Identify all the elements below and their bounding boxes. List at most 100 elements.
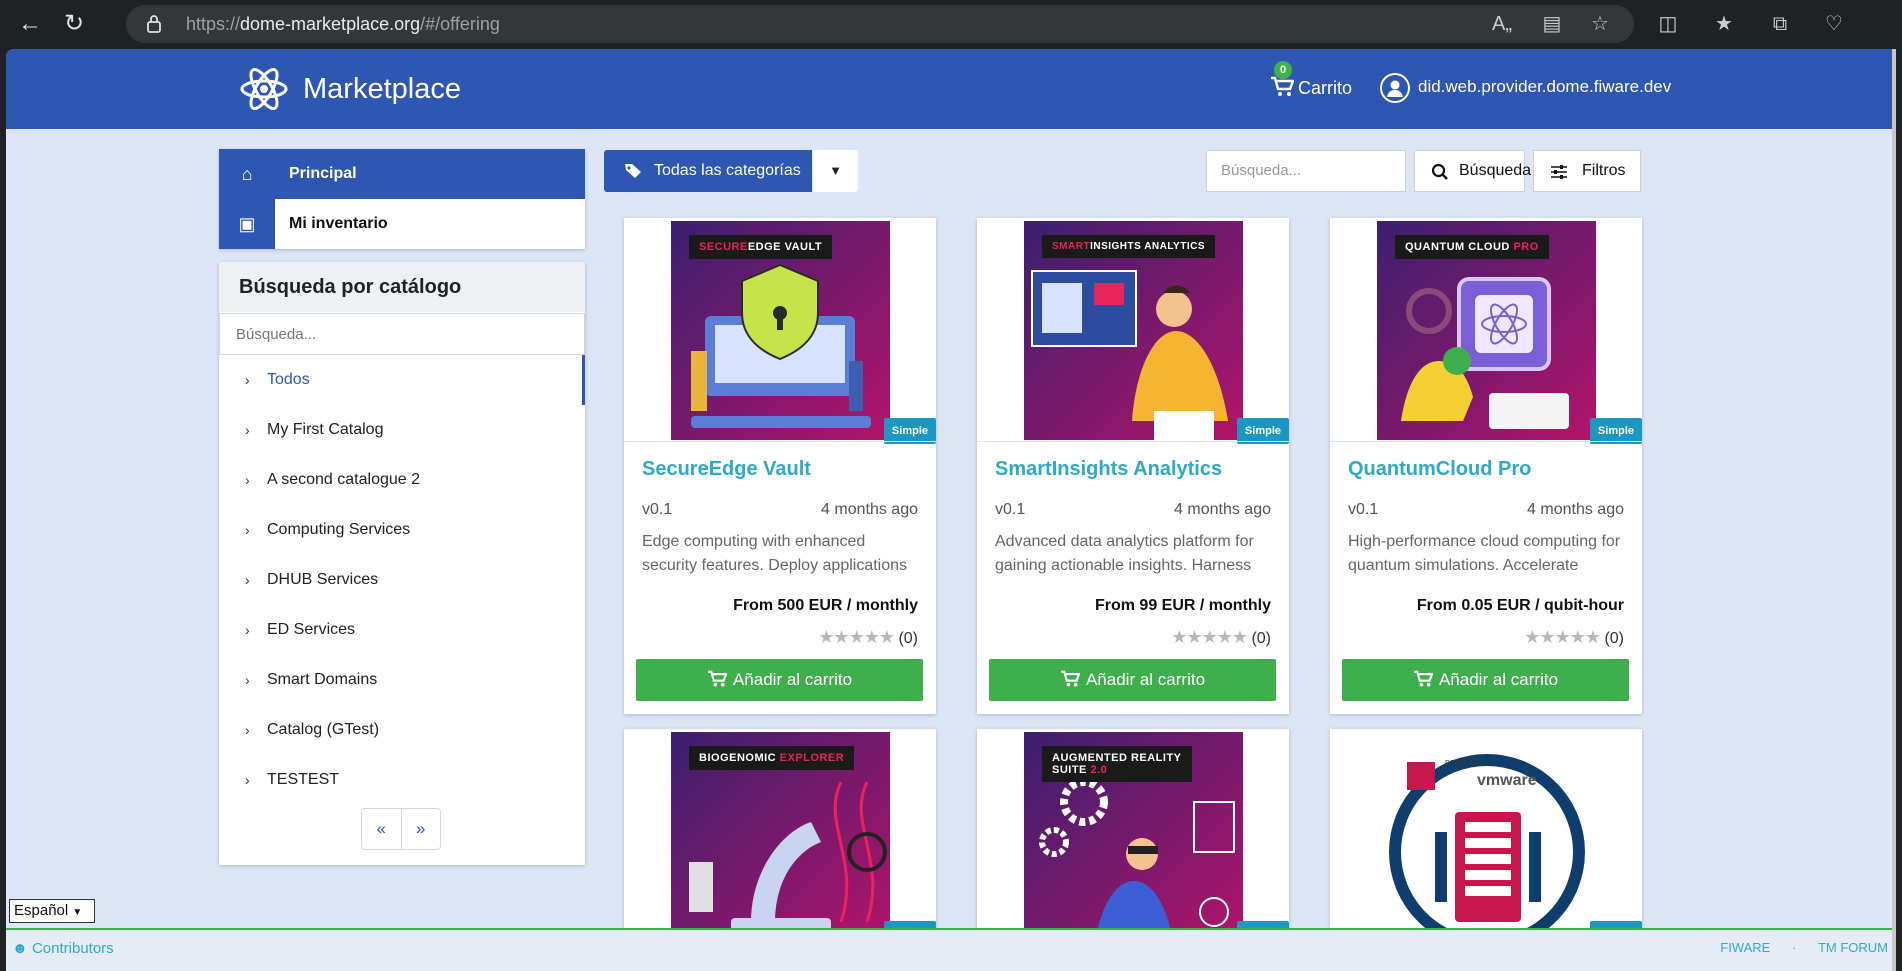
powered-by-label: POWERED BY: [1445, 760, 1493, 767]
browser-toolbar: ← ↻ https://dome-marketplace.org/#/offer…: [0, 0, 1902, 48]
chevron-right-icon: ›: [245, 772, 250, 788]
collections-icon[interactable]: ⧉: [1766, 10, 1794, 38]
chevron-right-icon: ›: [245, 622, 250, 638]
categories-button[interactable]: Todas las categorías: [604, 150, 812, 192]
reader-view-icon[interactable]: ▤: [1538, 10, 1566, 38]
offering-description: Edge computing with enhanced security fe…: [642, 533, 908, 574]
offering-search-input[interactable]: Búsqueda...: [1206, 150, 1406, 192]
footer-links: FIWARE · TM FORUM: [1702, 940, 1896, 955]
image-title: SECUREEDGE VAULT: [689, 235, 833, 259]
catalog-list: › Todos › My First Catalog › A second catal…: [219, 355, 585, 805]
offering-image[interactable]: QUANTUM CLOUD PRO: [1377, 221, 1596, 440]
health-icon[interactable]: ♡: [1820, 10, 1848, 38]
user-icon: [1380, 72, 1410, 103]
offering-date: 4 months ago: [821, 501, 918, 518]
offering-card[interactable]: SMARTINSIGHTS ANALYTICS Simple SmartInsi…: [977, 218, 1289, 714]
offering-image[interactable]: AUGMENTED REALITY SUITE 2.0: [1024, 732, 1243, 951]
cart-icon: [1060, 670, 1080, 687]
search-button[interactable]: Búsqueda: [1414, 150, 1531, 192]
cart-icon: [1413, 670, 1433, 687]
page: Marketplace 0 Carrito did.web.provider.d…: [6, 49, 1896, 971]
catalog-item-todos[interactable]: › Todos: [219, 355, 585, 405]
stars-icon: ★★★★★: [818, 627, 895, 647]
offering-image[interactable]: POWERED BY vmware: [1377, 732, 1596, 951]
stars-icon: ★★★★★: [1524, 627, 1601, 647]
catalog-panel: Búsqueda por catálogo ›Todos ›My First C…: [219, 262, 585, 865]
catalog-search-input[interactable]: [219, 313, 585, 355]
fiware-link[interactable]: FIWARE: [1720, 940, 1770, 955]
side-menu: ⌂ Principal ▣ Mi inventario: [219, 149, 585, 249]
offering-date: 4 months ago: [1174, 501, 1271, 518]
catalog-item[interactable]: › DHUB Services: [219, 555, 585, 605]
separator: ·: [1791, 940, 1797, 955]
split-screen-icon[interactable]: ◫: [1654, 10, 1682, 38]
chevron-right-icon: ›: [245, 372, 250, 388]
caret-down-icon: ▼: [72, 907, 83, 918]
catalog-item[interactable]: › Computing Services: [219, 505, 585, 555]
offering-version: v0.1: [642, 501, 673, 518]
offering-description: Advanced data analytics platform for gai…: [995, 533, 1254, 574]
offering-name[interactable]: QuantumCloud Pro: [1348, 458, 1531, 481]
language-select[interactable]: Español ▼: [9, 899, 95, 923]
offering-name[interactable]: SmartInsights Analytics: [995, 458, 1222, 481]
offering-rating: ★★★★★ (0): [818, 627, 918, 647]
home-icon: ⌂: [219, 149, 275, 199]
offering-image[interactable]: BIOGENOMIC EXPLORER: [671, 732, 890, 951]
offering-rating: ★★★★★ (0): [1524, 627, 1624, 647]
pager-next-button[interactable]: »: [400, 809, 441, 849]
offering-price: From 99 EUR / monthly: [1094, 597, 1271, 614]
vmware-logo: vmware: [1477, 772, 1537, 789]
cart-link[interactable]: Carrito: [1270, 73, 1352, 103]
page-scrollbar[interactable]: [1892, 49, 1896, 971]
catalog-title: Búsqueda por catálogo: [219, 262, 585, 312]
chevron-right-icon: ›: [245, 572, 250, 588]
chevron-right-icon: ›: [245, 722, 250, 738]
users-icon: ☻: [12, 940, 28, 957]
offering-image[interactable]: SECUREEDGE VAULT: [671, 221, 890, 440]
filters-button[interactable]: Filtros: [1533, 150, 1641, 192]
catalog-item[interactable]: › Catalog (GTest): [219, 705, 585, 755]
brand-title[interactable]: Marketplace: [303, 69, 461, 109]
address-bar[interactable]: https://dome-marketplace.org/#/offering: [126, 5, 1634, 43]
categories-dropdown-toggle[interactable]: ▼: [813, 150, 858, 192]
chevron-right-icon: ›: [245, 672, 250, 688]
catalog-item[interactable]: › ED Services: [219, 605, 585, 655]
add-to-cart-button[interactable]: Añadir al carrito: [1342, 659, 1629, 701]
catalog-item[interactable]: › TESTEST: [219, 755, 585, 805]
image-title: SMARTINSIGHTS ANALYTICS: [1042, 235, 1215, 258]
pager-prev-button[interactable]: «: [362, 809, 401, 849]
reload-icon[interactable]: ↻: [58, 8, 90, 40]
add-to-cart-button[interactable]: Añadir al carrito: [989, 659, 1276, 701]
read-aloud-icon[interactable]: A„: [1488, 10, 1516, 38]
url-text: https://dome-marketplace.org/#/offering: [186, 14, 500, 34]
image-title: QUANTUM CLOUD PRO: [1395, 235, 1549, 259]
sliders-icon: [1551, 165, 1567, 179]
offering-image[interactable]: SMARTINSIGHTS ANALYTICS: [1024, 221, 1243, 440]
offering-date: 4 months ago: [1527, 501, 1624, 518]
user-menu[interactable]: did.web.provider.dome.fiware.dev: [1380, 71, 1671, 103]
favorite-star-icon[interactable]: ☆: [1586, 10, 1614, 38]
favorites-icon[interactable]: ★: [1710, 10, 1738, 38]
image-title: AUGMENTED REALITY SUITE 2.0: [1042, 746, 1192, 782]
contributors-link[interactable]: ☻ Contributors: [12, 940, 114, 957]
catalog-item[interactable]: › A second catalogue 2: [219, 455, 585, 505]
footer: ☻ Contributors FIWARE · TM FORUM: [6, 928, 1896, 971]
offering-version: v0.1: [1348, 501, 1379, 518]
tmforum-link[interactable]: TM FORUM: [1818, 940, 1888, 955]
chevron-right-icon: ›: [245, 422, 250, 438]
stars-icon: ★★★★★: [1171, 627, 1248, 647]
offering-card[interactable]: SECUREEDGE VAULT Simple SecureEdge Vault…: [624, 218, 936, 714]
archive-icon: ▣: [219, 199, 275, 249]
offering-rating: ★★★★★ (0): [1171, 627, 1271, 647]
catalog-item[interactable]: › Smart Domains: [219, 655, 585, 705]
cart-icon: [707, 670, 727, 687]
menu-item-inventory[interactable]: ▣ Mi inventario: [219, 199, 585, 249]
menu-item-principal[interactable]: ⌂ Principal: [219, 149, 585, 199]
offering-card[interactable]: QUANTUM CLOUD PRO Simple QuantumCloud Pr…: [1330, 218, 1642, 714]
offering-name[interactable]: SecureEdge Vault: [642, 458, 811, 481]
catalog-item[interactable]: › My First Catalog: [219, 405, 585, 455]
logo-icon[interactable]: [238, 63, 290, 115]
back-icon[interactable]: ←: [14, 8, 46, 40]
add-to-cart-button[interactable]: Añadir al carrito: [636, 659, 923, 701]
lock-icon: [147, 15, 161, 33]
